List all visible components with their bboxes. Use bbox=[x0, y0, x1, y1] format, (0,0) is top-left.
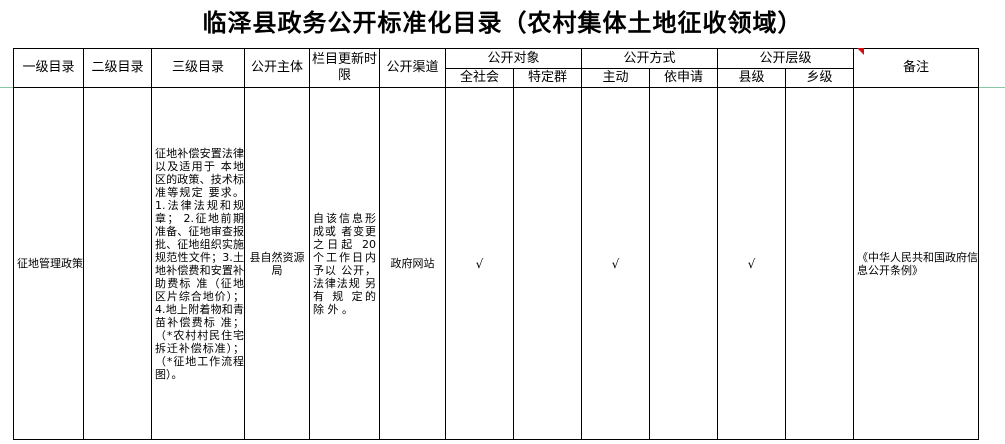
catalog-table: 一级目录 二级目录 三级目录 公开主体 栏目更新时限 公开渠道 公开对象 公开方… bbox=[13, 48, 979, 440]
cell-method-request bbox=[649, 87, 718, 440]
header-tier-county: 县级 bbox=[717, 68, 786, 88]
comment-marker bbox=[857, 48, 864, 55]
header-remark: 备注 bbox=[853, 48, 979, 88]
header-level2: 二级目录 bbox=[83, 48, 152, 88]
cell-remark: 《中华人民共和国政府信息公开条例》 bbox=[853, 87, 979, 440]
cell-tier-town bbox=[785, 87, 854, 440]
header-update: 栏目更新时限 bbox=[309, 48, 380, 88]
header-target-all: 全社会 bbox=[445, 68, 514, 88]
header-tier: 公开层级 bbox=[717, 48, 854, 69]
cell-channel: 政府网站 bbox=[379, 87, 446, 440]
cell-tier-county-check: √ bbox=[717, 87, 786, 440]
header-method: 公开方式 bbox=[581, 48, 718, 69]
header-method-request: 依申请 bbox=[649, 68, 718, 88]
cell-level3: 征地补偿安置法律以及适用于 本地区的政策、技术标准等规定 要求。1.法律法规和规… bbox=[151, 87, 245, 440]
header-level3: 三级目录 bbox=[151, 48, 245, 88]
cell-level2 bbox=[83, 87, 152, 440]
page-title: 临泽县政务公开标准化目录（农村集体土地征收领域） bbox=[202, 9, 803, 37]
header-target: 公开对象 bbox=[445, 48, 582, 69]
cell-target-specific bbox=[513, 87, 582, 440]
cell-update: 自该信息形成或 者变更之日起 20 个工作日内予以 公开，法律法规 另有 规 定… bbox=[309, 87, 380, 440]
cell-target-all-check: √ bbox=[445, 87, 514, 440]
header-subject: 公开主体 bbox=[244, 48, 310, 88]
header-tier-town: 乡级 bbox=[785, 68, 854, 88]
header-level1: 一级目录 bbox=[13, 48, 84, 88]
header-method-active: 主动 bbox=[581, 68, 650, 88]
table-row: 征地管理政策 征地补偿安置法律以及适用于 本地区的政策、技术标准等规定 要求。1… bbox=[13, 87, 979, 440]
header-target-specific: 特定群 bbox=[513, 68, 582, 88]
cell-subject: 县自然资源局 bbox=[244, 87, 310, 440]
cell-level1: 征地管理政策 bbox=[13, 87, 84, 440]
header-channel: 公开渠道 bbox=[379, 48, 446, 88]
cell-method-active-check: √ bbox=[581, 87, 650, 440]
